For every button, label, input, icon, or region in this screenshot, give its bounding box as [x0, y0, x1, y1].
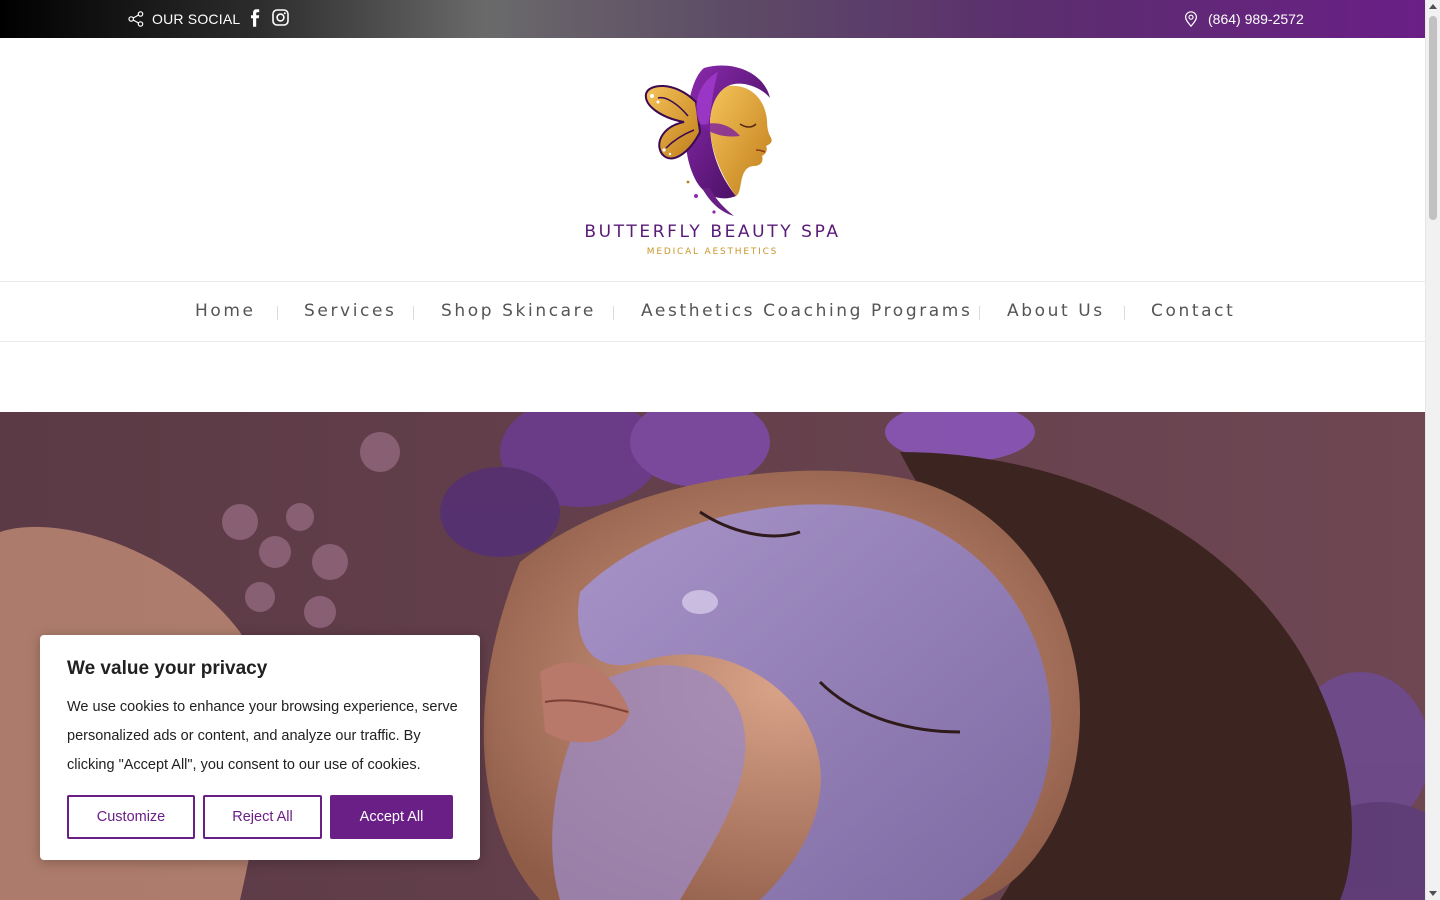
nav-separator: [413, 306, 414, 320]
cookie-consent-banner: We value your privacy We use cookies to …: [40, 635, 480, 860]
butterfly-logo[interactable]: [644, 62, 776, 218]
top-bar: OUR SOCIAL (864) 989-2572: [0, 0, 1425, 38]
share-icon: [128, 11, 144, 27]
butterfly-face-logo-icon: [644, 65, 772, 216]
reject-all-button[interactable]: Reject All: [203, 795, 322, 839]
page-scrollbar[interactable]: [1425, 0, 1440, 900]
nav-item-contact[interactable]: Contact: [1151, 282, 1235, 341]
nav-item-aesthetics-coaching-programs[interactable]: Aesthetics Coaching Programs: [641, 282, 972, 341]
scroll-up-arrow-icon[interactable]: [1429, 4, 1437, 9]
scroll-down-arrow-icon[interactable]: [1429, 891, 1437, 896]
facebook-icon[interactable]: [248, 9, 262, 27]
header-contact: (864) 989-2572: [1184, 0, 1304, 38]
social-links: OUR SOCIAL: [128, 0, 240, 38]
nav-item-services[interactable]: Services: [304, 282, 397, 341]
nav-item-shop-skincare[interactable]: Shop Skincare: [441, 282, 596, 341]
our-social-label: OUR SOCIAL: [152, 11, 241, 27]
nav-separator: [613, 306, 614, 320]
cookie-title: We value your privacy: [67, 658, 268, 679]
customize-button[interactable]: Customize: [67, 795, 195, 839]
cookie-body-text: We use cookies to enhance your browsing …: [67, 699, 458, 773]
nav-separator: [1124, 306, 1125, 320]
phone-number-link[interactable]: (864) 989-2572: [1208, 11, 1304, 27]
accept-all-button[interactable]: Accept All: [330, 795, 453, 839]
location-pin-icon: [1184, 11, 1198, 27]
nav-item-about-us[interactable]: About Us: [1007, 282, 1105, 341]
instagram-icon[interactable]: [272, 9, 289, 26]
nav-separator: [979, 306, 980, 320]
nav-separator: [277, 306, 278, 320]
brand-name[interactable]: BUTTERFLY BEAUTY SPA: [0, 222, 1425, 242]
brand-tagline: MEDICAL AESTHETICS: [646, 247, 779, 257]
scrollbar-thumb[interactable]: [1429, 16, 1437, 220]
nav-item-home[interactable]: Home: [195, 282, 256, 341]
main-navigation: Home Services Shop Skincare Aesthetics C…: [0, 281, 1425, 342]
